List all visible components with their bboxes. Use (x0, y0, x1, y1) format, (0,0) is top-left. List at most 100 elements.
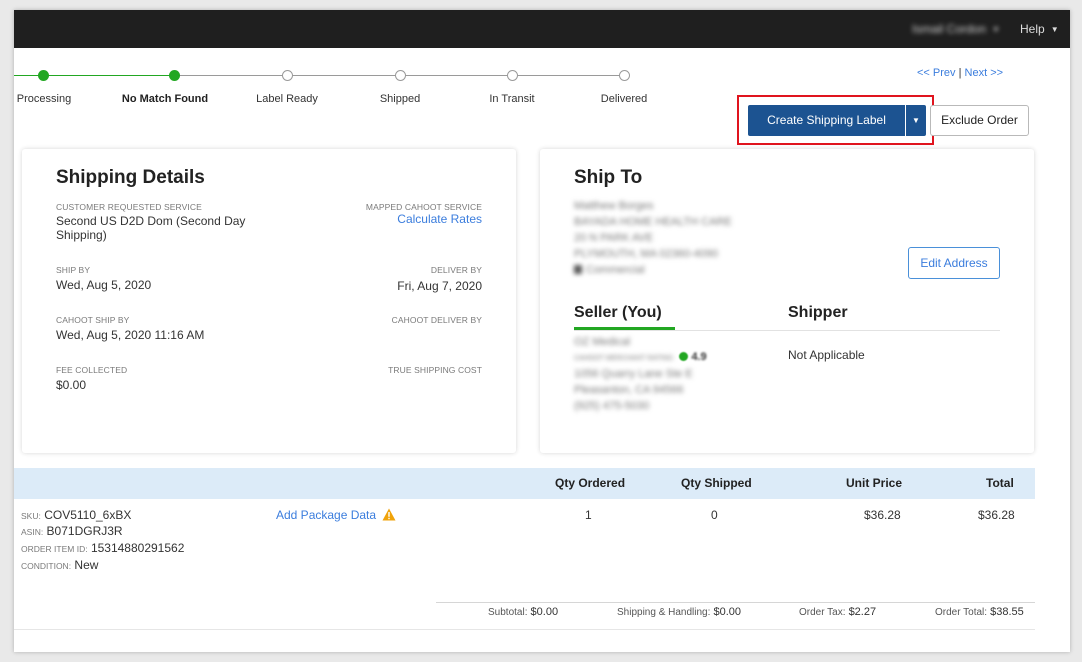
add-package-data-link[interactable]: Add Package Data (276, 508, 396, 522)
user-menu[interactable]: Ismail Cordon ▼ (912, 10, 1000, 48)
seller-rating-label: CAHOOT MERCHANT RATING (574, 355, 674, 362)
qty-shipped-value: 0 (711, 508, 718, 522)
subtotal-label: Subtotal: (488, 607, 528, 618)
fee-collected-value: $0.00 (56, 378, 87, 392)
create-label-dropdown-button[interactable]: ▼ (906, 105, 926, 136)
asin-label: ASIN: (21, 527, 44, 537)
customer-service-value-line1: Second US D2D Dom (Second Day (56, 214, 246, 228)
seller-rating-row: CAHOOT MERCHANT RATING 4.9 (574, 351, 707, 363)
items-table-header: Qty Ordered Qty Shipped Unit Price Total (14, 468, 1035, 499)
order-total-label: Order Total: (935, 607, 988, 618)
seller-rating-value: 4.9 (691, 351, 707, 363)
qty-ordered-value: 1 (585, 508, 592, 522)
order-total-value: $38.55 (990, 606, 1024, 618)
order-tax-label: Order Tax: (799, 607, 846, 618)
help-menu[interactable]: Help ▼ (1020, 10, 1059, 48)
order-total: Order Total: $38.55 (935, 606, 1024, 618)
step-dot-label-ready (282, 70, 293, 81)
warning-icon (382, 508, 396, 521)
section-divider (574, 330, 1000, 331)
asin-value: B071DGRJ3R (46, 524, 123, 538)
recipient-company: BAYADA HOME HEALTH CARE (574, 216, 732, 228)
subtotal-value: $0.00 (530, 606, 559, 618)
condition-label: CONDITION: (21, 561, 72, 571)
step-label-label-ready: Label Ready (256, 93, 318, 105)
edit-address-button[interactable]: Edit Address (908, 247, 1000, 279)
step-dot-processing (38, 70, 49, 81)
building-icon (574, 265, 582, 274)
order-item-label: ORDER ITEM ID: (21, 544, 88, 554)
create-shipping-label-button[interactable]: Create Shipping Label (748, 105, 905, 136)
order-pager: << Prev | Next >> (917, 67, 1003, 79)
cahoot-deliver-by-label: CAHOOT DELIVER BY (391, 315, 482, 325)
seller-name: OZ Medical (574, 336, 631, 348)
seller-tab[interactable]: Seller (You) (574, 304, 662, 322)
asin-line: ASIN: B071DGRJ3R (21, 524, 123, 538)
step-label-in-transit: In Transit (489, 93, 535, 105)
top-navbar: Ismail Cordon ▼ Help ▼ (14, 10, 1070, 48)
step-dot-in-transit (507, 70, 518, 81)
address-type-label: Commercial (586, 264, 645, 276)
next-link[interactable]: Next >> (965, 67, 1004, 79)
fee-collected-label: FEE COLLECTED (56, 365, 128, 375)
add-package-data-label: Add Package Data (276, 508, 377, 522)
ship-to-card: Ship To Matthew Borges BAYADA HOME HEALT… (540, 149, 1034, 453)
calculate-rates-link[interactable]: Calculate Rates (397, 212, 482, 226)
seller-city: Pleasanton, CA 94566 (574, 384, 684, 396)
true-shipping-cost-label: TRUE SHIPPING COST (388, 365, 482, 375)
recipient-name: Matthew Borges (574, 200, 654, 212)
chevron-down-icon: ▼ (1050, 24, 1059, 34)
address-type: Commercial (574, 263, 645, 277)
header-qty-shipped: Qty Shipped (681, 476, 752, 490)
subtotal: Subtotal: $0.00 (488, 606, 558, 618)
shipping-details-card: Shipping Details CUSTOMER REQUESTED SERV… (22, 149, 516, 453)
app-window: Ismail Cordon ▼ Help ▼ Processing No Match… (14, 10, 1070, 652)
prev-link[interactable]: << Prev (917, 67, 956, 79)
recipient-city: PLYMOUTH, MA 02360-4090 (574, 248, 719, 260)
ship-by-value: Wed, Aug 5, 2020 (56, 278, 152, 292)
cahoot-ship-by-value: Wed, Aug 5, 2020 11:16 AM (56, 328, 205, 342)
exclude-order-button[interactable]: Exclude Order (930, 105, 1029, 136)
header-unit-price: Unit Price (846, 476, 903, 490)
caret-down-icon: ▼ (912, 116, 920, 125)
header-qty-ordered: Qty Ordered (555, 476, 626, 490)
shipper-value: Not Applicable (788, 348, 865, 362)
step-label-shipped: Shipped (379, 93, 421, 105)
shipping-details-title: Shipping Details (56, 167, 205, 188)
sku-line: SKU: COV5110_6xBX (21, 508, 131, 522)
shipping-handling-label: Shipping & Handling: (617, 607, 711, 618)
step-label-processing: Processing (16, 93, 72, 105)
deliver-by-label: DELIVER BY (430, 265, 482, 275)
order-item-line: ORDER ITEM ID: 15314880291562 (21, 541, 184, 555)
ship-to-title: Ship To (574, 167, 643, 188)
totals-divider (436, 602, 1035, 603)
seller-phone: (925) 475-5030 (574, 400, 650, 412)
rating-dot-icon (679, 352, 689, 361)
customer-service-label: CUSTOMER REQUESTED SERVICE (56, 202, 202, 212)
seller-street: 1056 Quarry Lane Ste E (574, 368, 693, 380)
recipient-street: 20 N PARK AVE (574, 232, 654, 244)
customer-service-value-line2: Shipping) (56, 228, 107, 242)
shipping-handling: Shipping & Handling: $0.00 (617, 606, 741, 618)
condition-line: CONDITION: New (21, 558, 98, 572)
shipping-handling-value: $0.00 (713, 606, 741, 618)
step-dot-shipped (395, 70, 406, 81)
order-item-value: 15314880291562 (90, 541, 185, 555)
deliver-by-value: Fri, Aug 7, 2020 (397, 279, 482, 293)
sku-label: SKU: (21, 511, 41, 521)
sku-value: COV5110_6xBX (44, 508, 132, 522)
condition-value: New (74, 558, 99, 572)
step-label-delivered: Delivered (600, 93, 648, 105)
shipper-tab[interactable]: Shipper (788, 304, 848, 322)
step-dot-no-match-found (169, 70, 180, 81)
chevron-down-icon: ▼ (992, 24, 1000, 34)
order-tax: Order Tax: $2.27 (799, 606, 876, 618)
pager-separator: | (958, 67, 962, 79)
user-name: Ismail Cordon (912, 22, 987, 36)
step-dot-delivered (619, 70, 630, 81)
unit-price-value: $36.28 (864, 508, 901, 522)
step-label-no-match-found: No Match Found (121, 93, 209, 105)
cahoot-ship-by-label: CAHOOT SHIP BY (56, 315, 130, 325)
order-tax-value: $2.27 (848, 606, 877, 618)
mapped-service-label: MAPPED CAHOOT SERVICE (365, 202, 482, 212)
